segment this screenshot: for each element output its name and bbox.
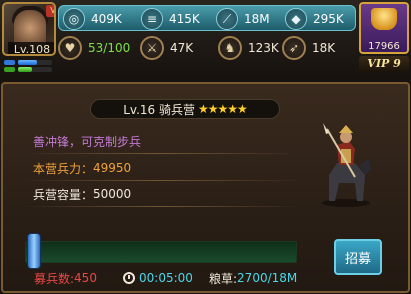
recruit-slider-handle[interactable] bbox=[27, 233, 41, 269]
resource-cavalry[interactable]: ♞ 123K bbox=[218, 35, 279, 61]
top-hud: V Lv.108 ◎ 409K ≡ 415K ⟋ 18M ◆ 295K ♥ 53… bbox=[0, 0, 411, 80]
building-title: Lv.16 骑兵营 ★★★★★ bbox=[90, 99, 280, 119]
food-cost: 粮草: 2700/18M bbox=[209, 270, 297, 286]
food-value: 2700/18M bbox=[237, 271, 298, 285]
clock-icon bbox=[123, 272, 135, 284]
heart-icon: ♥ bbox=[58, 36, 82, 60]
cavalry-knight-icon bbox=[322, 123, 371, 207]
troops-value: 49950 bbox=[93, 161, 132, 175]
energy-icon bbox=[4, 60, 15, 65]
resource-value: 409K bbox=[91, 12, 122, 26]
resource-grain[interactable]: ⟋ 18M bbox=[216, 6, 270, 32]
resource-bar-top: ◎ 409K ≡ 415K ⟋ 18M ◆ 295K bbox=[58, 5, 356, 31]
recruit-slider-track[interactable] bbox=[25, 241, 297, 263]
resource-value: 53/100 bbox=[88, 41, 131, 55]
recruit-count-label: 募兵数: bbox=[34, 271, 75, 286]
recruit-count: 募兵数: 450 bbox=[34, 270, 97, 286]
resource-stamina[interactable]: ♥ 53/100 bbox=[58, 35, 130, 61]
divider bbox=[21, 153, 301, 154]
resource-iron[interactable]: ◆ 295K bbox=[285, 6, 344, 32]
barracks-panel: Lv.16 骑兵营 ★★★★★ 善冲锋，可克制步兵 本营兵力： 49950 兵营… bbox=[1, 82, 410, 293]
capacity-row: 兵营容量： 50000 bbox=[33, 184, 131, 204]
divider bbox=[21, 180, 301, 181]
resource-value: 18M bbox=[244, 12, 270, 26]
status-bars bbox=[4, 58, 54, 74]
resource-bar-bottom: ♥ 53/100 ⚔ 47K ♞ 123K ➶ 18K bbox=[58, 35, 356, 61]
experience-icon bbox=[4, 67, 15, 72]
gold-value: 17966 bbox=[368, 41, 400, 52]
recruit-count-value: 450 bbox=[74, 271, 97, 285]
recruit-time-value: 00:05:00 bbox=[139, 271, 193, 285]
grain-icon: ⟋ bbox=[216, 8, 238, 30]
horse-icon: ♞ bbox=[218, 36, 242, 60]
food-label: 粮草: bbox=[209, 271, 238, 286]
resource-archer[interactable]: ➶ 18K bbox=[282, 35, 335, 61]
star-rating-icon: ★★★★★ bbox=[197, 102, 248, 116]
resource-value: 47K bbox=[170, 41, 194, 55]
resource-infantry[interactable]: ⚔ 47K bbox=[140, 35, 193, 61]
wood-logs-icon: ≡ bbox=[141, 8, 163, 30]
troops-row: 本营兵力： 49950 bbox=[33, 158, 131, 178]
player-level: Lv.108 bbox=[8, 42, 54, 54]
capacity-label: 兵营容量： bbox=[33, 187, 94, 202]
vip-badge[interactable]: VIP 9 bbox=[359, 56, 409, 72]
building-name: Lv.16 骑兵营 bbox=[123, 102, 195, 117]
divider bbox=[21, 206, 301, 207]
unit-description: 善冲锋，可克制步兵 bbox=[33, 134, 142, 149]
capacity-value: 50000 bbox=[93, 187, 132, 201]
gold-button[interactable]: 17966 bbox=[359, 2, 409, 54]
resource-silver[interactable]: ◎ 409K bbox=[63, 6, 122, 32]
sword-icon: ⚔ bbox=[140, 36, 164, 60]
resource-value: 18K bbox=[312, 41, 336, 55]
resource-wood[interactable]: ≡ 415K bbox=[141, 6, 200, 32]
energy-bar bbox=[18, 60, 52, 65]
gold-ingot-icon bbox=[371, 8, 397, 30]
experience-bar bbox=[18, 67, 52, 72]
resource-value: 295K bbox=[313, 12, 344, 26]
silver-coin-icon: ◎ bbox=[63, 8, 85, 30]
iron-ore-icon: ◆ bbox=[285, 8, 307, 30]
troops-label: 本营兵力： bbox=[33, 161, 94, 176]
recruit-button[interactable]: 招募 bbox=[334, 239, 382, 275]
resource-value: 415K bbox=[169, 12, 200, 26]
recruit-time: 00:05:00 bbox=[123, 270, 193, 286]
bow-icon: ➶ bbox=[282, 36, 306, 60]
vip-mini-badge: V bbox=[46, 5, 54, 17]
avatar[interactable]: V Lv.108 bbox=[2, 2, 56, 56]
resource-value: 123K bbox=[248, 41, 279, 55]
